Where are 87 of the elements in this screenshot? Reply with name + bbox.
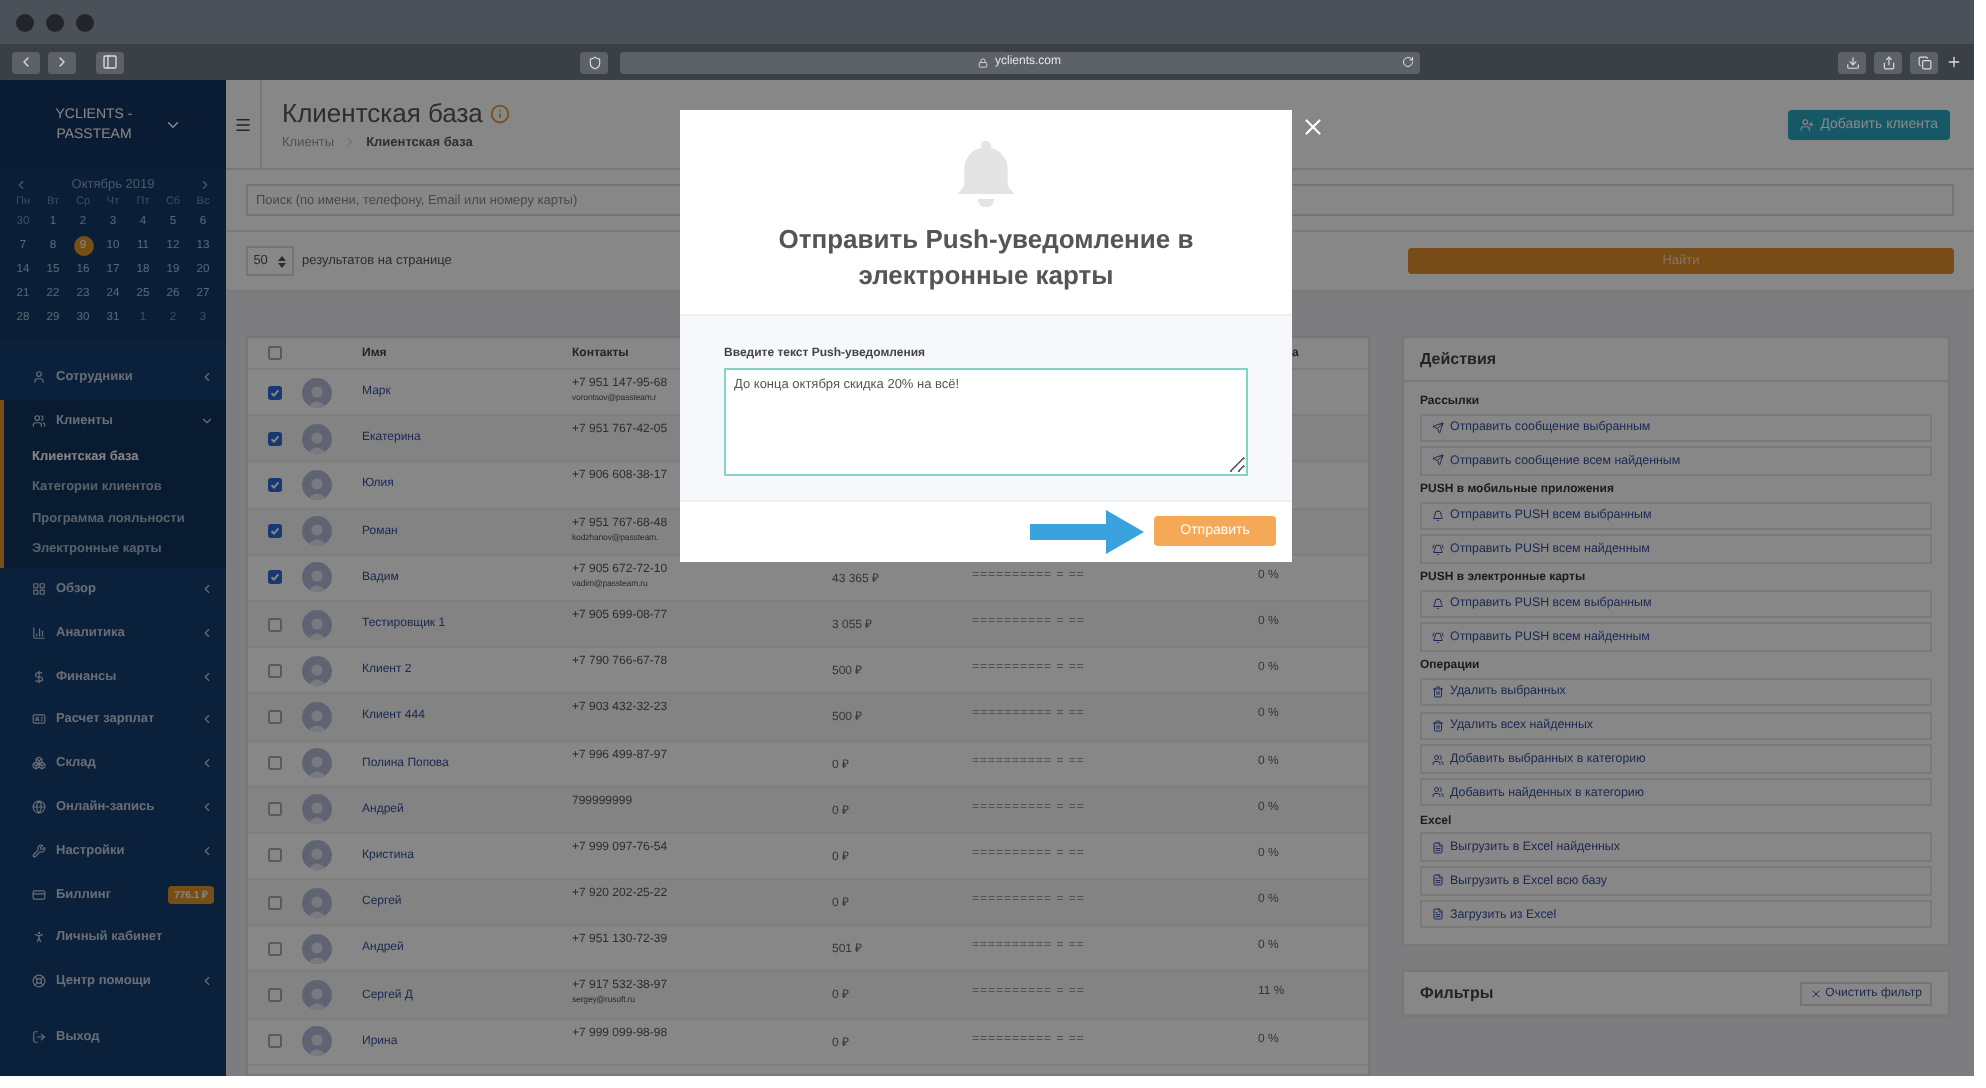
previous-month-icon[interactable]: [14, 178, 28, 192]
user-plus-icon: [1800, 117, 1815, 131]
chevron-down-icon[interactable]: [164, 116, 182, 134]
avatar-placeholder: [302, 423, 332, 454]
row-checkbox[interactable]: [268, 848, 282, 863]
row-checkbox[interactable]: [268, 802, 282, 817]
action-icon: [1432, 841, 1444, 854]
avatar-placeholder: [302, 933, 332, 964]
row-checkbox[interactable]: [268, 988, 282, 1003]
row-checkbox[interactable]: [268, 570, 282, 585]
close-icon: [1809, 987, 1822, 1000]
sidebar-toggle-button[interactable]: [96, 51, 124, 73]
share-icon: [1881, 55, 1895, 69]
share-button[interactable]: [1874, 51, 1902, 73]
window-minimize-control[interactable]: [46, 13, 64, 31]
close-icon[interactable]: [1300, 114, 1326, 140]
select-all-checkbox[interactable]: [268, 346, 282, 360]
row-checkbox[interactable]: [268, 756, 282, 771]
download-button[interactable]: [1838, 51, 1866, 73]
panel-title: Фильтры: [1420, 984, 1494, 1003]
chevron-down-icon: [200, 414, 214, 429]
row-checkbox[interactable]: [268, 617, 282, 632]
action-icon: [1432, 543, 1444, 556]
download-icon: [1845, 55, 1859, 69]
avatar-placeholder: [302, 516, 332, 547]
action-icon: [1432, 421, 1444, 434]
chevron-left-icon: [200, 974, 214, 989]
shield-icon: [587, 55, 601, 69]
chevron-left-icon: [200, 669, 214, 684]
tabs-button[interactable]: [1910, 51, 1938, 73]
stepper-arrows-icon: [278, 255, 287, 267]
avatar-placeholder: [302, 794, 332, 825]
forward-icon: [54, 54, 70, 70]
action-icon: [1432, 719, 1444, 732]
action-icon: [1432, 509, 1444, 522]
action-icon: [1432, 908, 1444, 921]
row-checkbox[interactable]: [268, 941, 282, 956]
action-icon: [1432, 753, 1444, 766]
chevron-left-icon: [200, 625, 214, 640]
row-checkbox[interactable]: [268, 524, 282, 539]
forward-button[interactable]: [48, 51, 76, 73]
avatar-placeholder: [302, 562, 332, 593]
row-checkbox[interactable]: [268, 477, 282, 492]
avatar-placeholder: [302, 609, 332, 640]
action-icon: [1432, 454, 1444, 467]
chevron-left-icon: [200, 799, 214, 814]
chevron-left-icon: [200, 712, 214, 727]
info-icon[interactable]: [490, 103, 511, 123]
avatar-placeholder: [302, 377, 332, 408]
action-icon: [1432, 597, 1444, 610]
window-zoom-control[interactable]: [76, 13, 94, 31]
avatar-placeholder: [302, 980, 332, 1011]
action-icon: [1432, 631, 1444, 644]
back-icon: [18, 54, 34, 70]
arrow-icon: [1030, 507, 1146, 556]
next-month-icon[interactable]: [198, 178, 212, 192]
action-icon: [1432, 685, 1444, 698]
avatar-placeholder: [302, 469, 332, 500]
row-checkbox[interactable]: [268, 663, 282, 678]
tabs-icon: [1917, 55, 1931, 69]
privacy-button[interactable]: [580, 51, 608, 73]
avatar-placeholder: [302, 1026, 332, 1057]
row-checkbox[interactable]: [268, 709, 282, 724]
avatar-placeholder: [302, 887, 332, 918]
action-icon: [1432, 786, 1444, 799]
back-button[interactable]: [12, 51, 40, 73]
avatar-placeholder: [302, 701, 332, 732]
avatar-placeholder: [302, 655, 332, 686]
lock-icon: [978, 57, 989, 67]
reload-icon[interactable]: [1402, 56, 1414, 68]
action-icon: [1432, 874, 1444, 887]
row-checkbox[interactable]: [268, 895, 282, 910]
chevron-left-icon: [200, 843, 214, 858]
avatar-placeholder: [302, 748, 332, 779]
new-tab-icon[interactable]: [1946, 54, 1962, 70]
sidebar-icon: [102, 54, 118, 70]
row-checkbox[interactable]: [268, 385, 282, 400]
page-title: Клиентская база: [282, 98, 483, 128]
dialog-title: Отправить Push-уведомление в электронные карты: [776, 222, 1196, 293]
chevron-left-icon: [200, 756, 214, 771]
chevron-left-icon: [200, 370, 214, 385]
window-close-control[interactable]: [16, 13, 34, 31]
row-checkbox[interactable]: [268, 1034, 282, 1049]
chevron-left-icon: [200, 581, 214, 596]
avatar-placeholder: [302, 840, 332, 871]
panel-title: Действия: [1420, 350, 1497, 368]
row-checkbox[interactable]: [268, 431, 282, 446]
